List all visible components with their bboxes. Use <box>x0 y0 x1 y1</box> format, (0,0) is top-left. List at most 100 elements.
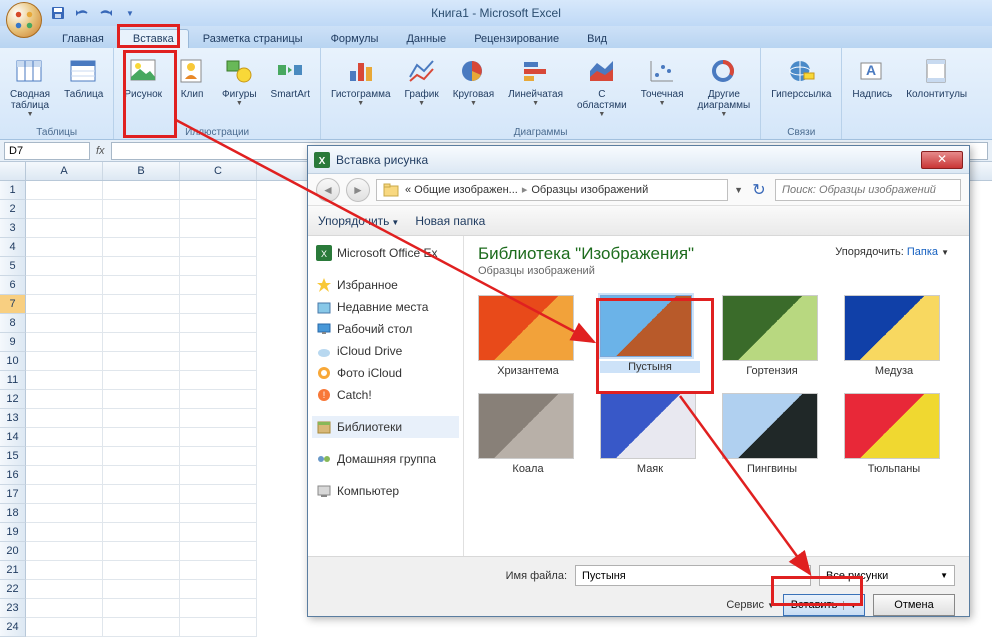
scatter-chart-button[interactable]: Точечная▼ <box>635 51 690 125</box>
cell[interactable] <box>180 238 257 257</box>
row-header[interactable]: 14 <box>0 428 26 447</box>
cell[interactable] <box>26 409 103 428</box>
cell[interactable] <box>103 314 180 333</box>
cell[interactable] <box>180 618 257 637</box>
undo-icon[interactable] <box>72 3 92 23</box>
cell[interactable] <box>26 181 103 200</box>
smartart-button[interactable]: SmartArt <box>265 51 316 125</box>
row-header[interactable]: 5 <box>0 257 26 276</box>
cell[interactable] <box>103 352 180 371</box>
qat-dropdown-icon[interactable]: ▼ <box>120 3 140 23</box>
cell[interactable] <box>26 295 103 314</box>
row-header[interactable]: 2 <box>0 200 26 219</box>
file-thumb[interactable]: Гортензия <box>722 295 822 377</box>
cell[interactable] <box>26 542 103 561</box>
cell[interactable] <box>26 352 103 371</box>
cell[interactable] <box>103 504 180 523</box>
row-header[interactable]: 9 <box>0 333 26 352</box>
insert-button[interactable]: Вставить▼ <box>783 594 865 616</box>
column-header[interactable]: B <box>103 162 180 180</box>
tree-item[interactable]: Недавние места <box>312 296 459 318</box>
tree-item[interactable]: Компьютер <box>312 480 459 502</box>
cell[interactable] <box>180 200 257 219</box>
cell[interactable] <box>26 599 103 618</box>
select-all-corner[interactable] <box>0 162 26 180</box>
clipart-button[interactable]: Клип <box>170 51 214 125</box>
line-chart-button[interactable]: График▼ <box>399 51 445 125</box>
tab-home[interactable]: Главная <box>48 30 118 48</box>
row-header[interactable]: 4 <box>0 238 26 257</box>
row-header[interactable]: 6 <box>0 276 26 295</box>
cell[interactable] <box>103 485 180 504</box>
redo-icon[interactable] <box>96 3 116 23</box>
pivot-table-button[interactable]: Сводная таблица▼ <box>4 51 56 125</box>
search-input[interactable] <box>775 179 961 201</box>
row-header[interactable]: 1 <box>0 181 26 200</box>
cell[interactable] <box>180 390 257 409</box>
tree-item[interactable]: Рабочий стол <box>312 318 459 340</box>
cell[interactable] <box>180 561 257 580</box>
textbox-button[interactable]: AНадпись <box>846 51 898 136</box>
cell[interactable] <box>180 276 257 295</box>
cancel-button[interactable]: Отмена <box>873 594 955 616</box>
cell[interactable] <box>180 219 257 238</box>
cell[interactable] <box>103 466 180 485</box>
office-button[interactable] <box>6 2 42 38</box>
tree-item[interactable]: Домашняя группа <box>312 448 459 470</box>
cell[interactable] <box>180 466 257 485</box>
cell[interactable] <box>26 485 103 504</box>
row-header[interactable]: 22 <box>0 580 26 599</box>
row-header[interactable]: 13 <box>0 409 26 428</box>
cell[interactable] <box>180 580 257 599</box>
tools-button[interactable]: Сервис ▼ <box>726 599 775 611</box>
name-box[interactable] <box>4 142 90 160</box>
cell[interactable] <box>26 580 103 599</box>
row-header[interactable]: 19 <box>0 523 26 542</box>
file-thumb[interactable]: Пингвины <box>722 393 822 475</box>
cell[interactable] <box>26 314 103 333</box>
column-chart-button[interactable]: Гистограмма▼ <box>325 51 397 125</box>
hyperlink-button[interactable]: Гиперссылка <box>765 51 837 125</box>
cell[interactable] <box>180 409 257 428</box>
cell[interactable] <box>26 618 103 637</box>
row-header[interactable]: 17 <box>0 485 26 504</box>
row-header[interactable]: 23 <box>0 599 26 618</box>
row-header[interactable]: 7 <box>0 295 26 314</box>
file-thumb[interactable]: Медуза <box>844 295 944 377</box>
fx-icon[interactable]: fx <box>96 145 105 157</box>
cell[interactable] <box>180 523 257 542</box>
cell[interactable] <box>103 447 180 466</box>
cell[interactable] <box>26 200 103 219</box>
cell[interactable] <box>26 238 103 257</box>
tree-item[interactable]: !Catch! <box>312 384 459 406</box>
row-header[interactable]: 24 <box>0 618 26 637</box>
tree-item[interactable]: Библиотеки <box>312 416 459 438</box>
cell[interactable] <box>26 523 103 542</box>
cell[interactable] <box>103 542 180 561</box>
tree-item[interactable]: Избранное <box>312 274 459 296</box>
file-thumb[interactable]: Хризантема <box>478 295 578 377</box>
cell[interactable] <box>103 390 180 409</box>
cell[interactable] <box>180 428 257 447</box>
breadcrumb[interactable]: « Общие изображен... ▸ Образцы изображен… <box>376 179 728 201</box>
cell[interactable] <box>180 371 257 390</box>
back-button[interactable]: ◄ <box>316 178 340 202</box>
tab-page-layout[interactable]: Разметка страницы <box>189 30 317 48</box>
cell[interactable] <box>103 200 180 219</box>
cell[interactable] <box>180 295 257 314</box>
organize-button[interactable]: Упорядочить▼ <box>318 214 399 228</box>
row-header[interactable]: 16 <box>0 466 26 485</box>
tree-item[interactable]: XMicrosoft Office Ex <box>312 242 459 264</box>
cell[interactable] <box>103 618 180 637</box>
filename-input[interactable] <box>575 565 811 586</box>
other-charts-button[interactable]: Другие диаграммы▼ <box>692 51 757 125</box>
cell[interactable] <box>180 599 257 618</box>
row-header[interactable]: 20 <box>0 542 26 561</box>
column-header[interactable]: C <box>180 162 257 180</box>
cell[interactable] <box>26 276 103 295</box>
forward-button[interactable]: ► <box>346 178 370 202</box>
row-header[interactable]: 10 <box>0 352 26 371</box>
cell[interactable] <box>103 238 180 257</box>
column-header[interactable]: A <box>26 162 103 180</box>
cell[interactable] <box>103 371 180 390</box>
